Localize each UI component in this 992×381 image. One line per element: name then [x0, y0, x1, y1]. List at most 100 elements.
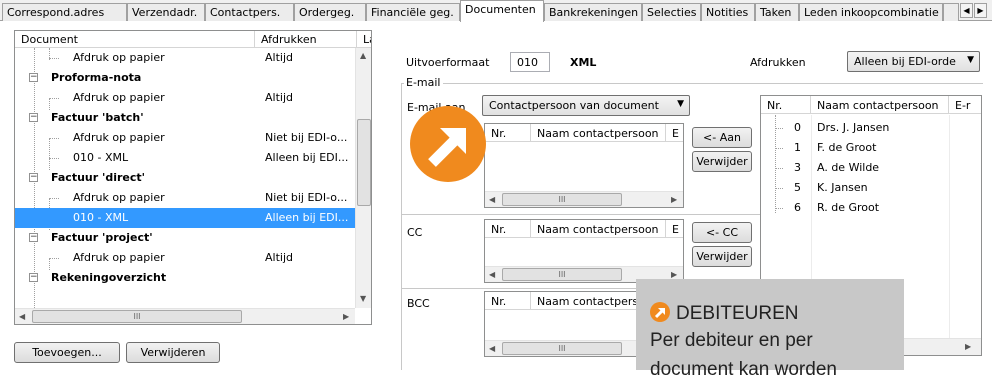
column-header-nr[interactable]: Nr. [485, 292, 531, 310]
column-header-nr[interactable]: Nr. [761, 96, 811, 114]
collapse-icon[interactable]: − [29, 113, 38, 122]
tree-row[interactable]: Afdruk op papier Niet bij EDI-o... [15, 188, 371, 208]
tree-horizontal-scrollbar[interactable]: ◀ III ▶ [15, 308, 355, 324]
collapse-icon[interactable]: − [29, 173, 38, 182]
tab-correspond-adres[interactable]: Correspond.adres [2, 3, 127, 21]
tab-bar: Correspond.adres Verzendadr. Contactpers… [0, 0, 992, 22]
collapse-icon[interactable]: − [29, 73, 38, 82]
column-header-document[interactable]: Document [15, 31, 255, 48]
tree-row[interactable]: Afdruk op papier Niet bij EDI-o... [15, 128, 371, 148]
callout-line: Per debiteur en per [650, 330, 813, 351]
tab-taken[interactable]: Taken [755, 3, 799, 21]
tab-scroll-left-icon[interactable]: ◀ [960, 3, 973, 18]
column-header-naam[interactable]: Naam contactpersoon [531, 124, 666, 142]
tree-row-value: Niet bij EDI-o... [265, 191, 348, 204]
arrow-up-right-glyph [428, 128, 466, 167]
scroll-right-icon[interactable]: ▶ [671, 270, 677, 279]
tree-row[interactable]: Afdruk op papier Altijd [15, 88, 371, 108]
scroll-thumb[interactable]: III [502, 342, 622, 355]
column-header-naam[interactable]: Naam contactpersoon [811, 96, 949, 114]
tree-row-label: Afdruk op papier [73, 191, 165, 204]
contact-naam: A. de Wilde [817, 161, 880, 174]
tab-financiele-geg[interactable]: Financiële geg. [366, 3, 460, 21]
tab-contactpers[interactable]: Contactpers. [205, 3, 294, 21]
scroll-thumb[interactable]: III [502, 268, 622, 281]
scroll-up-icon[interactable]: ▲ [360, 51, 366, 60]
contact-row[interactable]: 5 K. Jansen [761, 178, 981, 198]
tab-verzendadr[interactable]: Verzendadr. [127, 3, 205, 21]
contact-row[interactable]: 3 A. de Wilde [761, 158, 981, 178]
tab-selecties[interactable]: Selecties [642, 3, 701, 21]
tree-row-selected[interactable]: 010 - XML Alleen bij EDI... [15, 208, 355, 228]
toevoegen-button[interactable]: Toevoegen... [14, 342, 120, 363]
afdrukken-select[interactable]: Alleen bij EDI-orde ▼ [847, 51, 980, 72]
tree-row-label: Afdruk op papier [73, 51, 165, 64]
column-header-nr[interactable]: Nr. [485, 124, 531, 142]
remove-aan-button[interactable]: Verwijder [692, 151, 752, 172]
scroll-left-icon[interactable]: ◀ [489, 195, 495, 204]
column-header-la[interactable]: La [357, 31, 371, 48]
email-aan-select-value: Contactpersoon van document [489, 99, 659, 112]
collapse-icon[interactable]: − [29, 233, 38, 242]
callout-title: DEBITEUREN [650, 302, 798, 325]
scroll-thumb[interactable]: III [32, 310, 242, 323]
tree-row[interactable]: 010 - XML Alleen bij EDI... [15, 148, 371, 168]
tree-row[interactable]: − Factuur 'direct' [15, 168, 371, 188]
tree-row-label: Rekeningoverzicht [51, 271, 167, 284]
contact-row[interactable]: 0 Drs. J. Jansen [761, 118, 981, 138]
uitvoerformaat-label: Uitvoerformaat [406, 56, 490, 69]
tree-row-label: Afdruk op papier [73, 91, 165, 104]
column-header-email[interactable]: E [666, 220, 683, 238]
add-aan-button[interactable]: <- Aan [692, 127, 752, 148]
contact-nr: 5 [794, 181, 801, 194]
contact-row[interactable]: 1 F. de Groot [761, 138, 981, 158]
scroll-right-icon[interactable]: ▶ [343, 312, 349, 321]
contact-nr: 1 [794, 141, 801, 154]
tree-row[interactable]: − Rekeningoverzicht [15, 268, 371, 288]
scroll-down-icon[interactable]: ▼ [360, 294, 366, 303]
tab-documenten[interactable]: Documenten [460, 0, 544, 22]
tab-notities[interactable]: Notities [701, 3, 755, 21]
scroll-thumb[interactable]: III [502, 193, 622, 206]
tree-row[interactable]: − Factuur 'project' [15, 228, 371, 248]
scroll-left-icon[interactable]: ◀ [489, 270, 495, 279]
tree-row[interactable]: − Factuur 'batch' [15, 108, 371, 128]
verwijderen-button[interactable]: Verwijderen [126, 342, 220, 363]
tree-row-value: Alleen bij EDI... [265, 151, 349, 164]
cc-recipient-grid[interactable]: Nr. Naam contactpersoon E ◀ III ▶ [484, 219, 684, 283]
email-aan-select[interactable]: Contactpersoon van document ▼ [482, 95, 690, 116]
collapse-icon[interactable]: − [29, 273, 38, 282]
tab-bankrekeningen[interactable]: Bankrekeningen [544, 3, 642, 21]
tree-vertical-scrollbar[interactable]: ▲ ▼ [355, 48, 371, 308]
scroll-left-icon[interactable]: ◀ [19, 312, 25, 321]
contact-naam: Drs. J. Jansen [817, 121, 890, 134]
column-header-email[interactable]: E-r [949, 96, 981, 114]
uitvoerformaat-field[interactable]: 010 [510, 52, 550, 72]
remove-cc-button[interactable]: Verwijder [692, 246, 752, 267]
column-header-naam[interactable]: Naam contactpersoon [531, 220, 666, 238]
tree-guide [49, 258, 59, 259]
add-cc-button[interactable]: <- CC [692, 222, 752, 243]
column-header-email[interactable]: E [666, 124, 683, 142]
tab-leden-inkoopcombinatie[interactable]: Leden inkoopcombinatie [799, 3, 943, 21]
scroll-right-icon[interactable]: ▶ [965, 342, 971, 351]
aan-recipient-grid[interactable]: Nr. Naam contactpersoon E ◀ III ▶ [484, 123, 684, 208]
column-header-afdrukken[interactable]: Afdrukken [255, 31, 357, 48]
contact-row[interactable]: 6 R. de Groot [761, 198, 981, 218]
tree-guide [775, 208, 783, 209]
column-header-nr[interactable]: Nr. [485, 220, 531, 238]
tree-row[interactable]: − Proforma-nota [15, 68, 371, 88]
document-tree[interactable]: Document Afdrukken La Afdruk op papier A… [14, 30, 372, 325]
tab-scroll-right-icon[interactable]: ▶ [974, 3, 987, 18]
column-divider [949, 115, 950, 355]
tree-row-label: Afdruk op papier [73, 251, 165, 264]
tab-ordergeg[interactable]: Ordergeg. [294, 3, 366, 21]
scroll-right-icon[interactable]: ▶ [671, 195, 677, 204]
tree-row-value: Altijd [265, 91, 293, 104]
scroll-left-icon[interactable]: ◀ [489, 344, 495, 353]
horizontal-scrollbar[interactable]: ◀ III ▶ [485, 191, 683, 207]
tree-row[interactable]: Afdruk op papier Altijd [15, 48, 371, 68]
scroll-thumb[interactable] [357, 119, 371, 206]
tree-guide [775, 128, 783, 129]
tree-row[interactable]: Afdruk op papier Altijd [15, 248, 371, 268]
